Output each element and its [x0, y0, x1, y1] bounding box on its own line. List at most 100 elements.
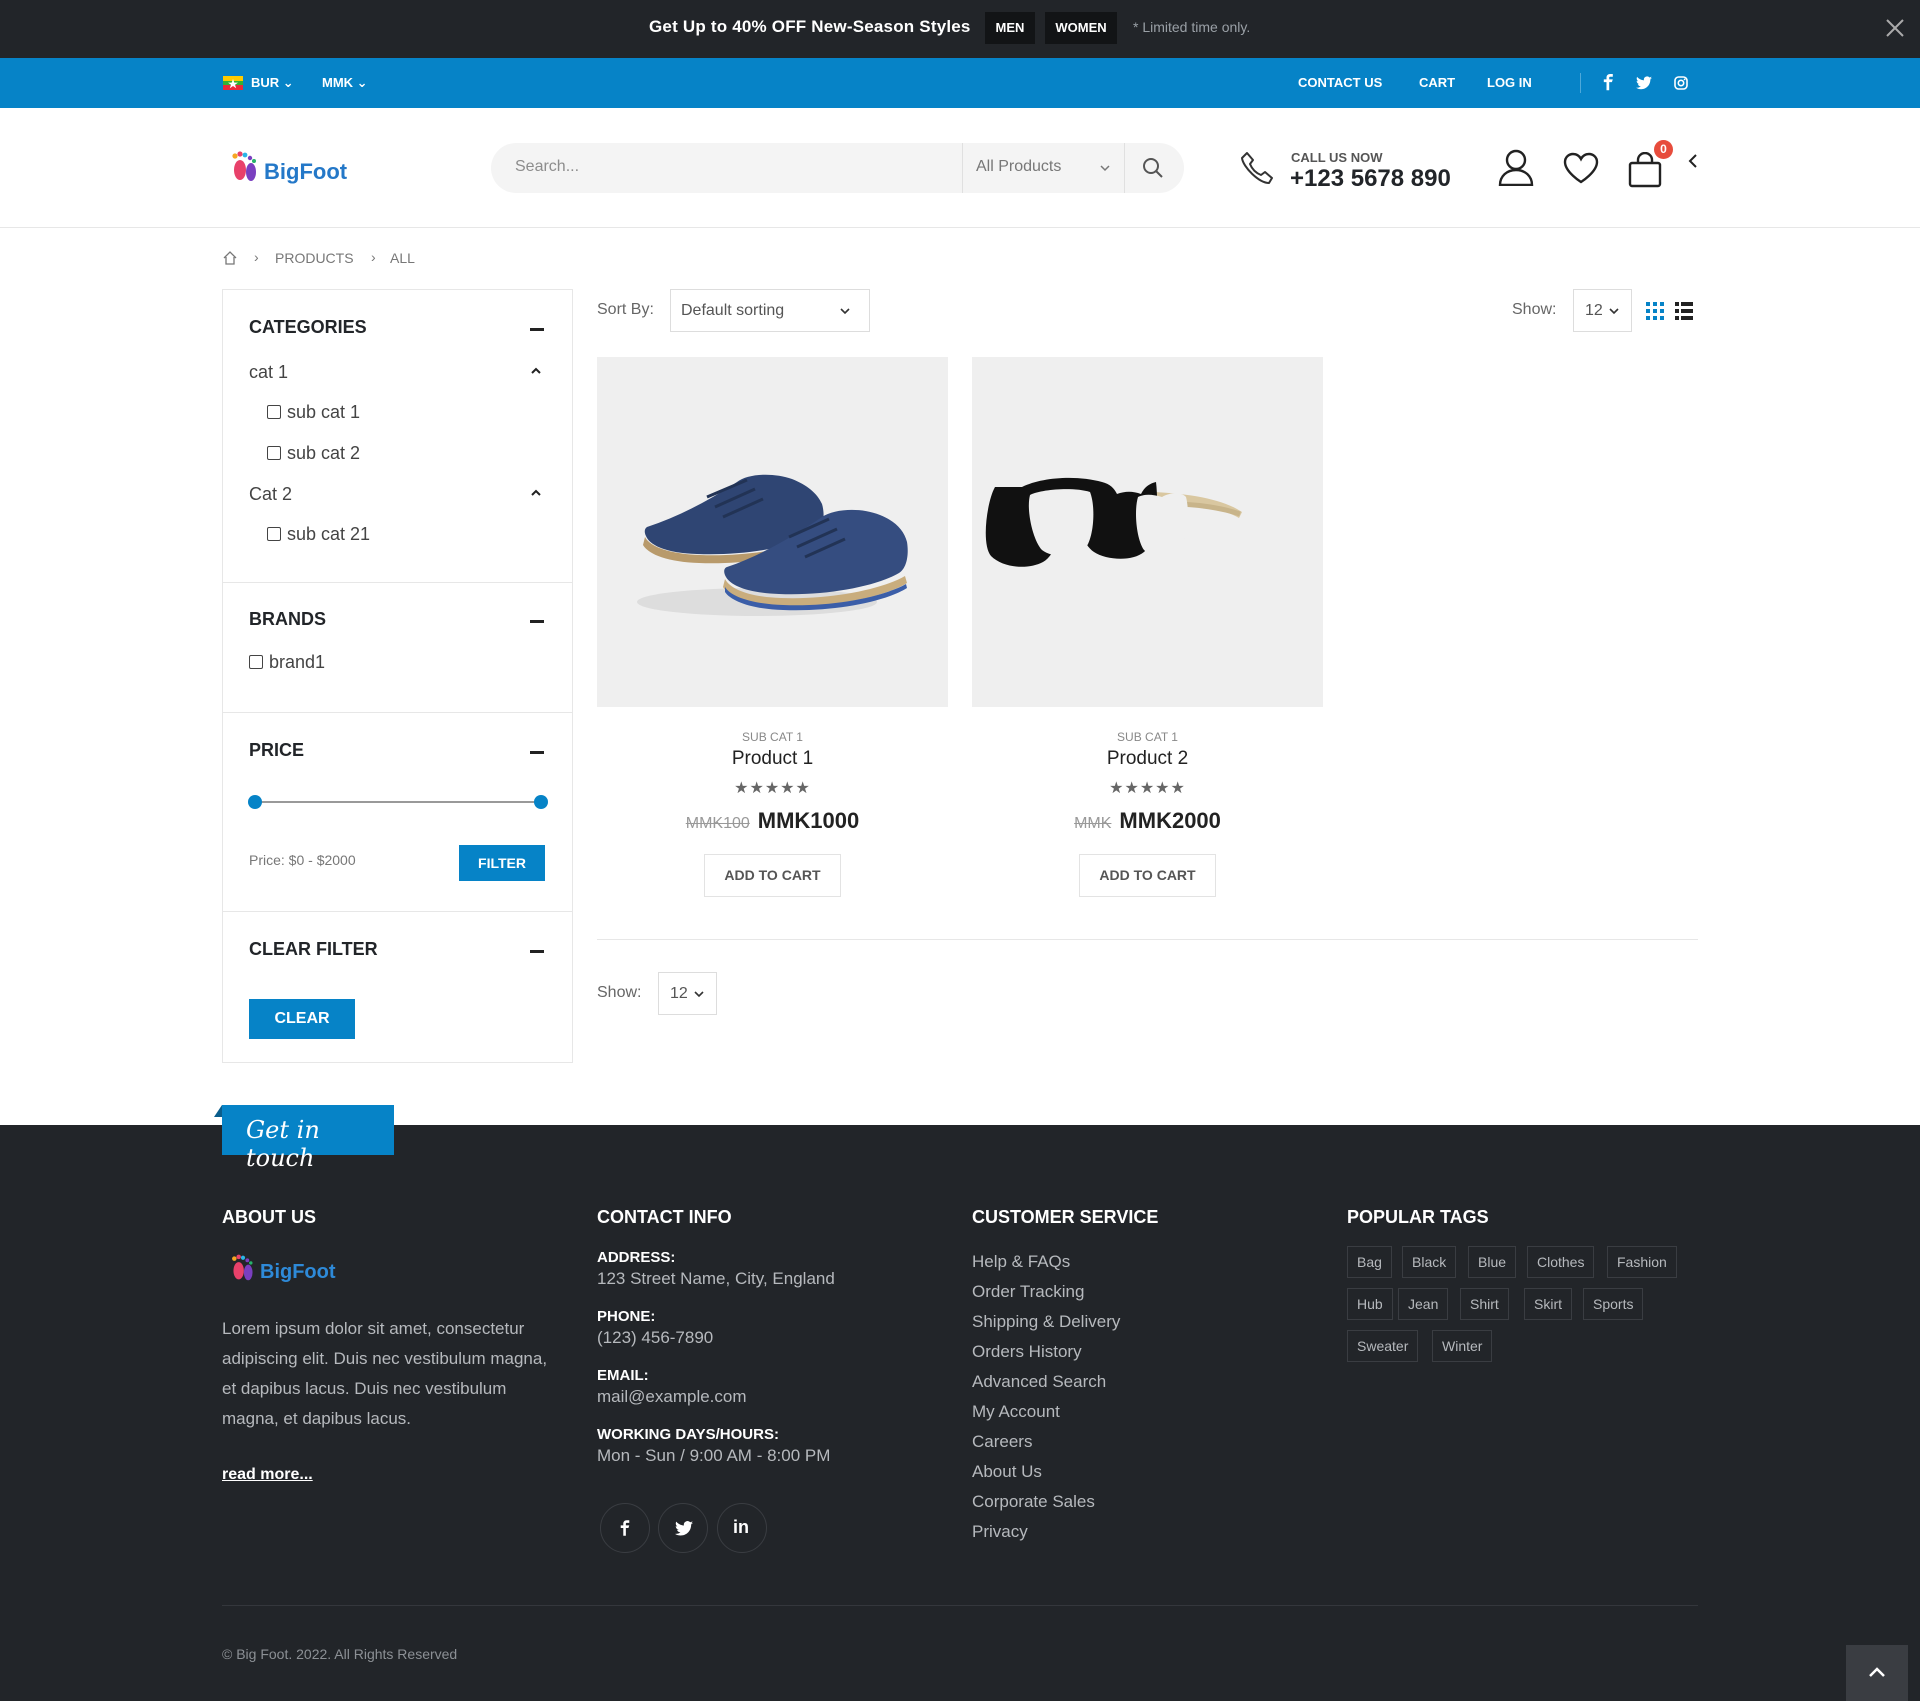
subcategory-checkbox[interactable]: sub cat 21	[267, 524, 370, 545]
contact-us-link[interactable]: CONTACT US	[1298, 75, 1382, 90]
tag-link[interactable]: Hub	[1347, 1288, 1393, 1320]
show-count-select[interactable]: 12	[658, 972, 717, 1015]
collapse-icon[interactable]	[530, 751, 544, 754]
tag-link[interactable]: Jean	[1398, 1288, 1449, 1320]
service-link[interactable]: Careers	[972, 1432, 1032, 1452]
wishlist-heart-icon[interactable]	[1563, 152, 1599, 184]
clear-button[interactable]: CLEAR	[249, 999, 355, 1039]
user-icon[interactable]	[1498, 148, 1534, 186]
divider	[597, 939, 1698, 940]
filter-button[interactable]: FILTER	[459, 845, 545, 881]
subcategory-checkbox[interactable]: sub cat 2	[267, 443, 360, 464]
tag-link[interactable]: Shirt	[1460, 1288, 1509, 1320]
chevron-left-icon[interactable]	[1688, 153, 1698, 169]
filter-sidebar: CATEGORIES cat 1 sub cat 1 sub cat 2 Cat…	[222, 289, 573, 1063]
footprint-logo-icon	[232, 1254, 253, 1281]
show-label: Show:	[597, 984, 642, 1001]
breadcrumb-all: ALL	[390, 250, 415, 266]
search-icon[interactable]	[1141, 156, 1165, 180]
collapse-icon[interactable]	[530, 328, 544, 331]
tag-link[interactable]: Sports	[1583, 1288, 1644, 1320]
tag-link[interactable]: Fashion	[1607, 1246, 1677, 1278]
home-icon[interactable]	[222, 250, 238, 266]
service-link[interactable]: Corporate Sales	[972, 1492, 1095, 1512]
twitter-icon[interactable]	[1636, 76, 1652, 90]
twitter-icon	[675, 1521, 693, 1536]
login-link[interactable]: LOG IN	[1487, 75, 1532, 90]
close-icon[interactable]	[1884, 17, 1906, 39]
search-bar: Search... All Products	[491, 143, 1184, 193]
search-category-select[interactable]: All Products	[976, 158, 1061, 176]
language-selector[interactable]: BUR ⌄	[251, 75, 294, 91]
scroll-to-top-button[interactable]	[1846, 1645, 1908, 1701]
tag-link[interactable]: Clothes	[1527, 1246, 1595, 1278]
add-to-cart-button[interactable]: ADD TO CART	[704, 854, 841, 897]
product-name[interactable]: Product 2	[972, 748, 1323, 770]
sort-select[interactable]: Default sorting	[670, 289, 870, 332]
price-title: PRICE	[249, 740, 305, 760]
collapse-icon[interactable]	[530, 620, 544, 623]
subcategory-checkbox[interactable]: sub cat 1	[267, 402, 360, 423]
tag-link[interactable]: Winter	[1432, 1330, 1493, 1362]
chevron-down-icon: ⌄	[356, 75, 368, 90]
address-label: ADDRESS:	[597, 1249, 676, 1266]
header-phone-number[interactable]: +123 5678 890	[1290, 165, 1451, 193]
product-name[interactable]: Product 1	[597, 748, 948, 770]
contact-info-title: CONTACT INFO	[597, 1207, 732, 1227]
service-link[interactable]: Order Tracking	[972, 1282, 1084, 1302]
service-link[interactable]: Advanced Search	[972, 1372, 1106, 1392]
cart-link[interactable]: CART	[1419, 75, 1455, 90]
service-link[interactable]: Orders History	[972, 1342, 1082, 1362]
price-slider-min-handle[interactable]	[248, 795, 262, 809]
email-value[interactable]: mail@example.com	[597, 1387, 747, 1407]
list-view-icon[interactable]	[1675, 302, 1693, 320]
product-category[interactable]: SUB CAT 1	[597, 730, 948, 744]
facebook-icon[interactable]	[1602, 74, 1616, 92]
read-more-link[interactable]: read more...	[222, 1466, 313, 1484]
footer-facebook-button[interactable]	[600, 1503, 650, 1553]
service-link[interactable]: Shipping & Delivery	[972, 1312, 1120, 1332]
tag-link[interactable]: Skirt	[1524, 1288, 1572, 1320]
about-us-title: ABOUT US	[222, 1207, 316, 1227]
tag-link[interactable]: Bag	[1347, 1246, 1392, 1278]
product-image[interactable]	[597, 357, 948, 707]
category-cat2[interactable]: Cat 2	[249, 484, 292, 505]
get-in-touch-ribbon: Get in touch	[214, 1105, 394, 1172]
chevron-up-icon[interactable]	[530, 488, 542, 498]
tag-link[interactable]: Black	[1402, 1246, 1457, 1278]
about-text: Lorem ipsum dolor sit amet, consectetur …	[222, 1319, 548, 1428]
service-link[interactable]: About Us	[972, 1462, 1042, 1482]
phone-value[interactable]: (123) 456-7890	[597, 1328, 713, 1348]
product-category[interactable]: SUB CAT 1	[972, 730, 1323, 744]
footer-divider	[222, 1605, 1698, 1606]
service-link[interactable]: My Account	[972, 1402, 1060, 1422]
footer-linkedin-button[interactable]: in	[717, 1503, 767, 1553]
product-price: MMK MMK2000	[972, 808, 1323, 834]
promo-men-button[interactable]: MEN	[985, 12, 1035, 44]
promo-women-button[interactable]: WOMEN	[1045, 12, 1117, 44]
price-section: PRICE Price: $0 - $2000 FILTER	[223, 713, 572, 912]
category-cat1[interactable]: cat 1	[249, 362, 288, 383]
footer-twitter-button[interactable]	[658, 1503, 708, 1553]
shoes-image	[637, 474, 908, 616]
tag-link[interactable]: Sweater	[1347, 1330, 1419, 1362]
sort-by-label: Sort By:	[597, 301, 654, 318]
instagram-icon[interactable]	[1674, 76, 1688, 90]
call-us-label: CALL US NOW	[1291, 150, 1383, 165]
show-count-select[interactable]: 12	[1573, 289, 1632, 332]
chevron-up-icon[interactable]	[530, 366, 542, 376]
breadcrumb-products[interactable]: PRODUCTS	[275, 250, 354, 266]
search-input[interactable]: Search...	[515, 158, 579, 176]
add-to-cart-button[interactable]: ADD TO CART	[1079, 854, 1216, 897]
price-slider-max-handle[interactable]	[534, 795, 548, 809]
service-link[interactable]: Privacy	[972, 1522, 1028, 1542]
promo-limited-text: * Limited time only.	[1133, 19, 1251, 35]
brand-checkbox[interactable]: brand1	[249, 652, 325, 673]
grid-view-icon[interactable]	[1646, 302, 1664, 320]
service-link[interactable]: Help & FAQs	[972, 1252, 1070, 1272]
collapse-icon[interactable]	[530, 950, 544, 953]
tag-link[interactable]: Blue	[1468, 1246, 1517, 1278]
site-header: BigFoot Search... All Products CALL US N…	[0, 108, 1920, 228]
currency-selector[interactable]: MMK ⌄	[322, 75, 368, 91]
product-image[interactable]	[972, 357, 1323, 707]
